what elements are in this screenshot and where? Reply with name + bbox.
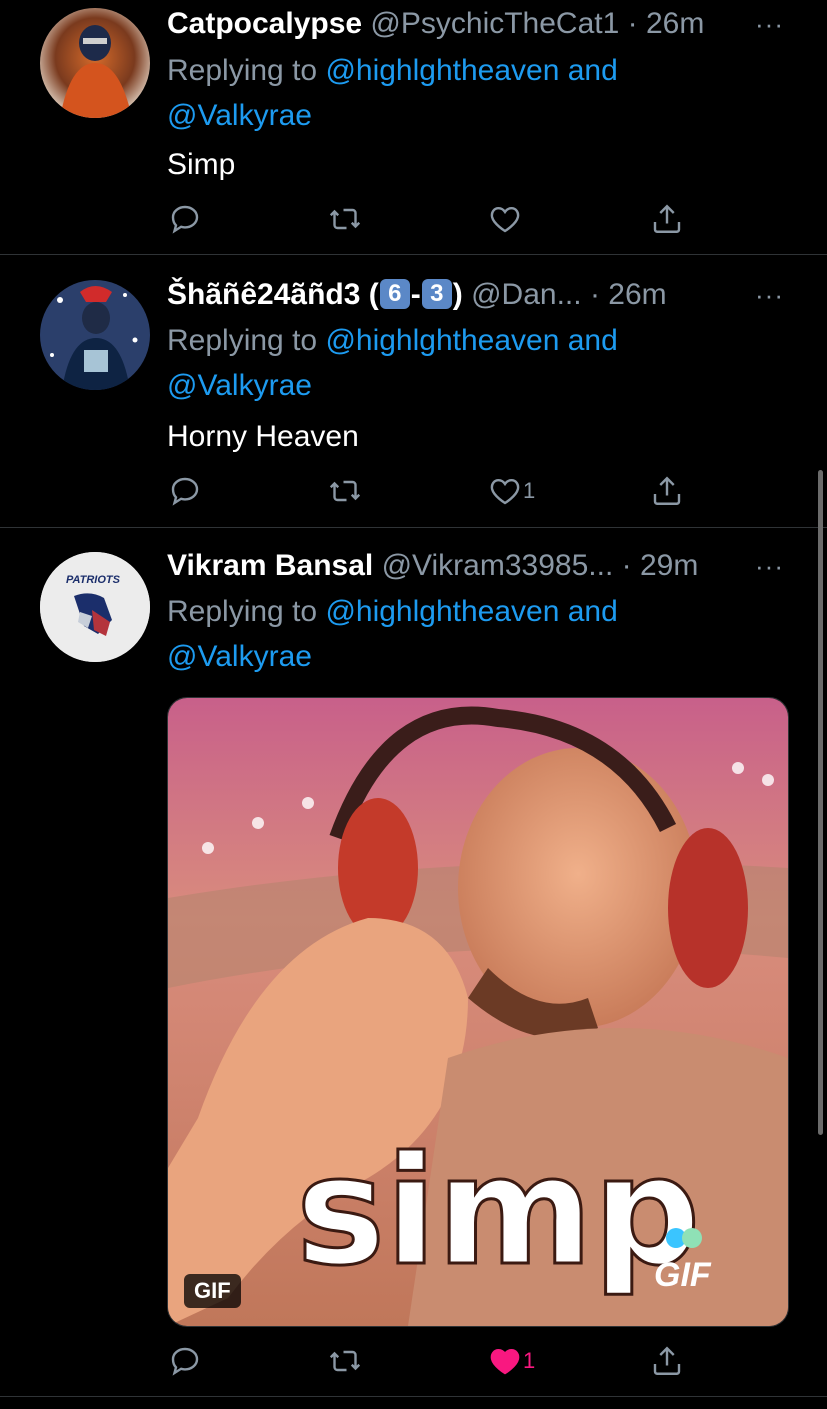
- timestamp[interactable]: · 29m: [622, 549, 699, 582]
- mention-link[interactable]: @Valkyrae: [167, 369, 312, 402]
- tweet-header: Vikram Bansal @Vikram33985... · 29m ···: [167, 546, 787, 586]
- reply-icon: [171, 1347, 199, 1376]
- more-icon[interactable]: ···: [755, 4, 787, 44]
- user-handle[interactable]: @Vikram33985...: [382, 549, 614, 582]
- replying-prefix: Replying to: [167, 324, 326, 357]
- keycap-six-emoji: 6: [379, 279, 410, 309]
- tweet-text: Simp: [167, 148, 236, 181]
- retweet-icon: [329, 208, 361, 230]
- tweet[interactable]: PATRIOTS Vikram Bansal @Vikram33985... ·…: [0, 528, 827, 1397]
- like-count: 1: [523, 1348, 536, 1373]
- timestamp[interactable]: · 26m: [628, 7, 705, 40]
- replying-to: Replying to @highlghtheaven and @Valkyra…: [167, 589, 727, 679]
- avatar[interactable]: [40, 8, 150, 118]
- user-handle[interactable]: @PsychicTheCat1: [370, 7, 619, 40]
- display-name[interactable]: Vikram Bansal: [167, 549, 373, 582]
- reply-button[interactable]: [167, 1339, 203, 1383]
- mention-link[interactable]: @Valkyrae: [167, 640, 312, 673]
- tweet-actions: [167, 197, 727, 241]
- tweet-header: Catpocalypse @PsychicTheCat1 · 26m ···: [167, 4, 787, 44]
- more-icon[interactable]: ···: [755, 275, 787, 315]
- retweet-icon: [329, 1350, 361, 1372]
- timestamp[interactable]: · 26m: [590, 278, 667, 311]
- replying-to: Replying to @highlghtheaven and @Valkyra…: [167, 318, 727, 408]
- replying-and[interactable]: and: [559, 54, 618, 87]
- share-icon: [653, 1346, 681, 1375]
- like-icon: [490, 478, 520, 505]
- share-button[interactable]: [649, 1339, 685, 1383]
- reply-button[interactable]: [167, 469, 203, 513]
- reply-icon: [171, 477, 199, 506]
- reply-icon: [171, 205, 199, 234]
- share-icon: [653, 204, 681, 233]
- mention-link[interactable]: @Valkyrae: [167, 99, 312, 132]
- gif-media[interactable]: simp GIF GIF: [167, 697, 789, 1327]
- retweet-button[interactable]: [327, 469, 363, 513]
- like-icon: [490, 1348, 520, 1375]
- avatar[interactable]: [40, 280, 150, 390]
- gif-watermark-text: GIF: [654, 1256, 712, 1294]
- tweet-text: Horny Heaven: [167, 420, 359, 453]
- tweet[interactable]: Šhãñê24ãñd3 (6-3) @Dan... · 26m ··· Repl…: [0, 255, 827, 528]
- gif-badge[interactable]: GIF: [184, 1274, 241, 1308]
- avatar-text: PATRIOTS: [66, 574, 121, 586]
- like-icon: [490, 206, 520, 233]
- tweet-actions: 1: [167, 1339, 727, 1383]
- mention-link[interactable]: @highlghtheaven: [325, 54, 559, 87]
- like-button[interactable]: 1: [487, 1339, 535, 1383]
- display-name-dash: -: [410, 278, 421, 311]
- display-name-text: Šhãñê24ãñd3 (: [167, 278, 379, 311]
- replying-prefix: Replying to: [167, 54, 326, 87]
- replying-prefix: Replying to: [167, 595, 326, 628]
- display-name[interactable]: Catpocalypse: [167, 7, 362, 40]
- gif-caption: simp: [296, 1125, 700, 1299]
- share-icon: [653, 476, 681, 505]
- share-button[interactable]: [649, 197, 685, 241]
- tweet-header: Šhãñê24ãñd3 (6-3) @Dan... · 26m ···: [167, 275, 787, 315]
- display-name-suffix: ): [452, 278, 463, 311]
- display-name[interactable]: Šhãñê24ãñd3 (6-3): [167, 278, 463, 311]
- retweet-button[interactable]: [327, 197, 363, 241]
- scrollbar[interactable]: [818, 470, 823, 1135]
- replying-to: Replying to @highlghtheaven and @Valkyra…: [167, 48, 727, 138]
- retweet-button[interactable]: [327, 1339, 363, 1383]
- like-button[interactable]: 1: [487, 469, 535, 513]
- mention-link[interactable]: @highlghtheaven: [325, 595, 559, 628]
- tweet[interactable]: Catpocalypse @PsychicTheCat1 · 26m ··· R…: [0, 0, 827, 255]
- like-count: 1: [523, 478, 536, 503]
- retweet-icon: [329, 480, 361, 502]
- replying-and[interactable]: and: [559, 324, 618, 357]
- reply-button[interactable]: [167, 197, 203, 241]
- keycap-three-emoji: 3: [421, 279, 452, 309]
- tweet-actions: 1: [167, 469, 727, 513]
- like-button[interactable]: [487, 197, 523, 241]
- avatar[interactable]: PATRIOTS: [40, 552, 150, 662]
- share-button[interactable]: [649, 469, 685, 513]
- user-handle[interactable]: @Dan...: [471, 278, 582, 311]
- replying-and[interactable]: and: [559, 595, 618, 628]
- mention-link[interactable]: @highlghtheaven: [325, 324, 559, 357]
- more-icon[interactable]: ···: [755, 546, 787, 586]
